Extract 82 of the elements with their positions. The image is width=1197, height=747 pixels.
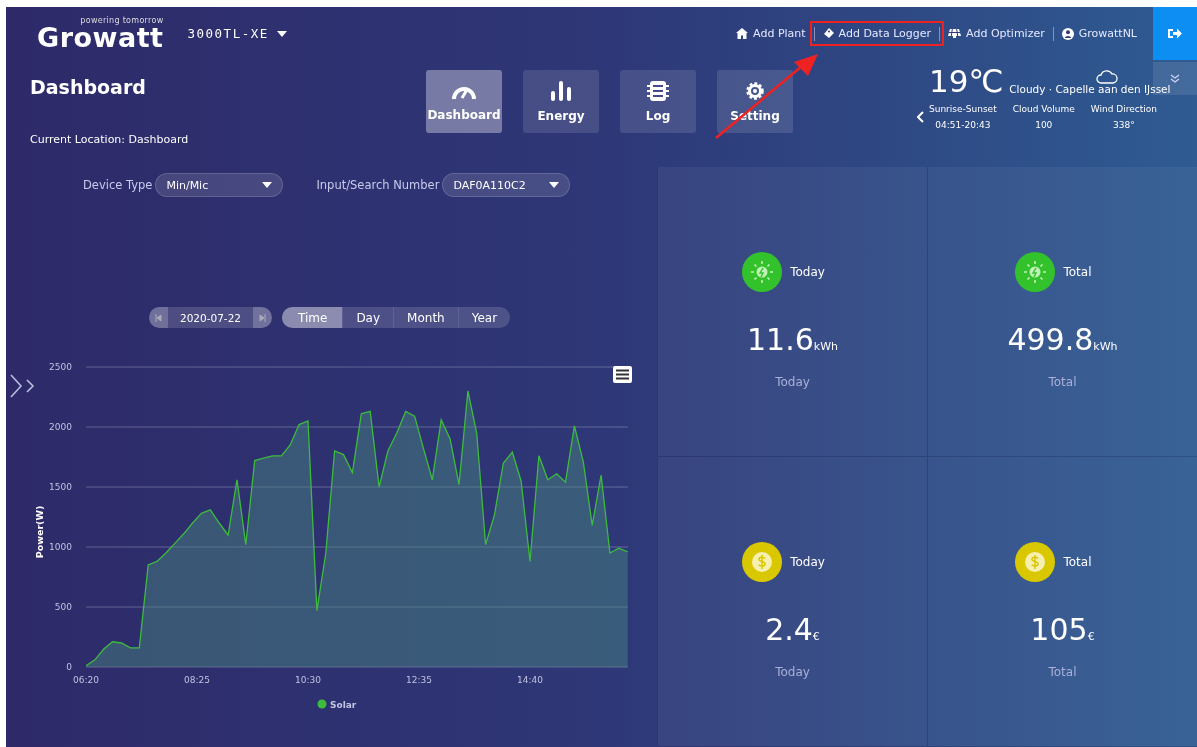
header-link[interactable]: Add Plant bbox=[728, 27, 814, 40]
dropdown[interactable]: DAF0A110C2 bbox=[442, 173, 571, 197]
previous-day-button[interactable] bbox=[149, 307, 168, 328]
filter-label: Input/Search Number bbox=[316, 178, 440, 192]
nav-tile[interactable]: Energy bbox=[523, 70, 599, 133]
period-tab[interactable]: Month bbox=[393, 307, 458, 328]
weather-label: Wind Direction bbox=[1090, 104, 1157, 114]
temperature: 19℃ bbox=[929, 66, 1004, 97]
axis-label: 10:30 bbox=[295, 675, 321, 685]
logout-icon bbox=[1168, 27, 1182, 40]
nav-tile[interactable]: Log bbox=[620, 70, 696, 133]
stat-label: Total bbox=[1063, 555, 1092, 569]
dollar-coin-icon bbox=[1015, 542, 1056, 582]
filter-label: Device Type bbox=[83, 178, 153, 192]
weather-label: Sunrise-Sunset bbox=[929, 104, 997, 114]
logo[interactable]: Growatt bbox=[37, 23, 164, 51]
header-link[interactable]: Add Data Logger bbox=[814, 27, 940, 40]
stat-caption: Total bbox=[1048, 665, 1077, 679]
axis-label: 06:20 bbox=[73, 675, 99, 685]
weather-value: 338° bbox=[1113, 120, 1135, 130]
settings-icon bbox=[745, 80, 765, 101]
axis-label: 14:40 bbox=[517, 675, 543, 685]
date-value[interactable]: 2020-07-22 bbox=[168, 311, 253, 324]
bar-chart-icon bbox=[550, 80, 572, 101]
solar-panel-icon bbox=[948, 29, 962, 38]
chevron-left-icon[interactable] bbox=[917, 111, 924, 123]
unit-label: € bbox=[1087, 630, 1095, 643]
user-icon bbox=[1061, 27, 1074, 40]
axis-label: 2500 bbox=[49, 362, 72, 372]
stat-value: 499.8 bbox=[1007, 322, 1094, 357]
caret-icon bbox=[276, 30, 287, 37]
next-day-button[interactable] bbox=[253, 307, 272, 328]
axis-label: 12:35 bbox=[406, 675, 432, 685]
stat-caption: Today bbox=[775, 665, 810, 679]
skip-back-icon bbox=[155, 313, 162, 322]
stat-value: 105 bbox=[1030, 612, 1088, 647]
stat-value: 11.6 bbox=[747, 322, 814, 357]
dollar-coin-icon bbox=[742, 542, 783, 582]
house-icon bbox=[736, 28, 749, 39]
document-icon bbox=[647, 80, 669, 101]
caret-icon bbox=[549, 182, 560, 188]
sun-icon bbox=[742, 252, 783, 292]
weather-label: Cloud Volume bbox=[1012, 104, 1075, 114]
axis-title: Power(W) bbox=[34, 505, 45, 559]
skip-forward-icon bbox=[259, 313, 266, 322]
menu-icon[interactable] bbox=[613, 366, 632, 383]
logout-button[interactable] bbox=[1153, 7, 1197, 60]
period-tab[interactable]: Year bbox=[457, 307, 511, 328]
unit-label: € bbox=[812, 630, 820, 643]
stat-value: 2.4 bbox=[765, 612, 813, 647]
chevron-double-right-icon[interactable] bbox=[10, 374, 35, 398]
period-tab[interactable]: Day bbox=[342, 307, 394, 328]
plant-selector[interactable]: 3000TL-XE bbox=[187, 26, 287, 41]
unit-label: kWh bbox=[1093, 340, 1118, 353]
weather-value: 04:51-20:43 bbox=[935, 120, 991, 130]
header-link[interactable]: Add Optimizer bbox=[940, 27, 1053, 40]
tag-icon bbox=[822, 28, 834, 39]
sun-icon bbox=[1015, 252, 1056, 292]
stat-caption: Today bbox=[775, 375, 810, 389]
stat-label: Today bbox=[790, 555, 825, 569]
weather-condition: Cloudy · Capelle aan den IJssel bbox=[1009, 83, 1171, 95]
axis-label: 1000 bbox=[49, 542, 72, 552]
logo-tagline: powering tomorrow bbox=[80, 16, 164, 25]
legend-label[interactable]: Solar bbox=[330, 700, 357, 710]
chevron-double-down-icon bbox=[1170, 74, 1180, 83]
breadcrumb: Current Location: Dashboard bbox=[30, 133, 189, 146]
caret-icon bbox=[262, 182, 273, 188]
cloud-icon bbox=[1096, 68, 1118, 84]
axis-label: 1500 bbox=[49, 482, 72, 492]
header-link[interactable]: GrowattNL bbox=[1053, 27, 1145, 40]
axis-label: 2000 bbox=[49, 422, 72, 432]
axis-label: 08:25 bbox=[184, 675, 210, 685]
stat-label: Today bbox=[790, 265, 825, 279]
unit-label: kWh bbox=[813, 340, 838, 353]
axis-label: 500 bbox=[54, 602, 72, 612]
axis-label: 0 bbox=[66, 662, 72, 672]
weather-value: 100 bbox=[1035, 120, 1053, 130]
stat-label: Total bbox=[1063, 265, 1092, 279]
dropdown[interactable]: Min/Mic bbox=[155, 173, 284, 197]
page-title: Dashboard bbox=[30, 76, 146, 98]
stat-caption: Total bbox=[1048, 375, 1077, 389]
nav-tile[interactable]: Dashboard bbox=[426, 70, 502, 133]
